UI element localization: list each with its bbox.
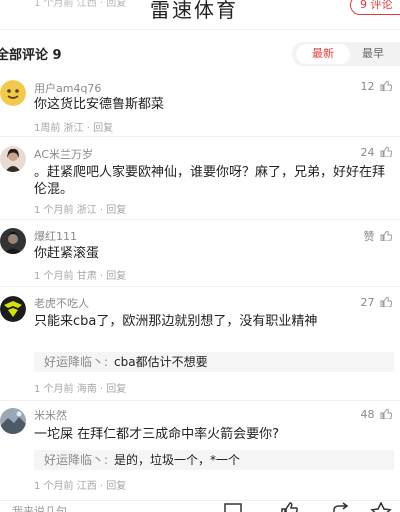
reply-preview[interactable]: 好运降临丶: 是的，垃圾一个，*一个 bbox=[34, 450, 394, 470]
bottom-input-bar: 我来说几句 bbox=[0, 500, 400, 512]
divider bbox=[0, 29, 400, 30]
app-title: 雷速体育 bbox=[150, 0, 238, 22]
sort-latest-button[interactable]: 最新 bbox=[296, 44, 350, 64]
thumbs-up-icon bbox=[380, 147, 392, 157]
comment-time-location: 1周前 浙江 · bbox=[34, 123, 94, 134]
previous-comment-meta: 1 个月前 江西 · 回复 bbox=[34, 0, 127, 9]
comment-item: 米米然 48 一坨屎 在拜仁都才三成命中率火箭会要你? 好运降临丶: 是的，垃圾一… bbox=[0, 406, 400, 500]
comment-time-location: 1 个月前 海南 · bbox=[34, 384, 107, 395]
user-photo-avatar-icon bbox=[0, 146, 26, 172]
avatar[interactable] bbox=[0, 296, 26, 322]
reply-username: 好运降临丶: bbox=[44, 355, 109, 369]
landscape-avatar-icon bbox=[0, 408, 26, 434]
reply-text: 是的，垃圾一个，*一个 bbox=[114, 453, 241, 467]
comment-username[interactable]: 米米然 bbox=[34, 407, 67, 423]
like-button[interactable]: 24 bbox=[360, 146, 392, 159]
comment-meta: 1 个月前 甘肃 · 回复 bbox=[34, 267, 126, 282]
comment-item: 爆红111 赞 你赶紧滚蛋 1 个月前 甘肃 · 回复 bbox=[0, 226, 400, 286]
reply-button[interactable]: 回复 bbox=[106, 271, 126, 282]
reply-button[interactable]: 回复 bbox=[93, 123, 113, 134]
share-icon[interactable] bbox=[330, 502, 352, 512]
comment-meta: 1 个月前 浙江 · 回复 bbox=[34, 201, 126, 216]
divider bbox=[0, 286, 400, 287]
comment-time-location: 1 个月前 浙江 · bbox=[34, 205, 107, 216]
like-count: 48 bbox=[360, 408, 375, 421]
comment-item: AC米兰万岁 24 。赶紧爬吧人家要欧神仙，谁要你呀？麻了，兄弟，好好在拜伦混。… bbox=[0, 144, 400, 224]
avatar[interactable] bbox=[0, 146, 26, 172]
divider bbox=[0, 136, 400, 137]
like-button[interactable]: 48 bbox=[360, 408, 392, 421]
sort-oldest-button[interactable]: 最早 bbox=[354, 44, 400, 64]
comment-text: 只能来cba了，欧洲那边就别想了，没有职业精神 bbox=[34, 314, 318, 329]
avatar[interactable] bbox=[0, 408, 26, 434]
comment-meta: 1 个月前 江西 · 回复 bbox=[34, 477, 126, 492]
comment-meta: 1周前 浙江 · 回复 bbox=[34, 119, 113, 134]
comment-username[interactable]: AC米兰万岁 bbox=[34, 146, 93, 162]
comment-text: 你赶紧滚蛋 bbox=[34, 246, 100, 261]
comment-icon[interactable] bbox=[222, 502, 244, 512]
comment-username[interactable]: 老虎不吃人 bbox=[34, 295, 89, 311]
comment-time-location: 1 个月前 甘肃 · bbox=[34, 271, 107, 282]
comment-time-location: 1 个月前 江西 · bbox=[34, 481, 107, 492]
reply-button[interactable]: 回复 bbox=[106, 481, 126, 492]
like-button[interactable]: 27 bbox=[360, 296, 392, 309]
avatar[interactable] bbox=[0, 228, 26, 254]
like-count: 赞 bbox=[363, 230, 375, 243]
comment-count-button[interactable]: 9 评论 bbox=[350, 0, 400, 15]
like-count: 12 bbox=[360, 80, 375, 93]
comment-username[interactable]: 用户am4q76 bbox=[34, 80, 101, 96]
comment-item: 老虎不吃人 27 只能来cba了，欧洲那边就别想了，没有职业精神 好运降临丶: c… bbox=[0, 294, 400, 398]
reply-text: cba都估计不想要 bbox=[114, 355, 208, 369]
like-button[interactable]: 12 bbox=[360, 80, 392, 93]
divider bbox=[0, 400, 400, 401]
star-icon[interactable] bbox=[370, 502, 392, 512]
like-count: 27 bbox=[360, 296, 375, 309]
comment-username[interactable]: 爆红111 bbox=[34, 228, 77, 244]
like-button[interactable]: 赞 bbox=[363, 228, 392, 244]
thumbs-up-icon bbox=[380, 81, 392, 91]
sort-toggle: 最新 最早 bbox=[292, 42, 400, 66]
thumbs-up-icon bbox=[380, 297, 392, 307]
comment-text: 。赶紧爬吧人家要欧神仙，谁要你呀？麻了，兄弟，好好在拜伦混。 bbox=[34, 165, 386, 197]
divider bbox=[0, 219, 400, 220]
comment-item: 用户am4q76 12 你这货比安德鲁斯都菜 1周前 浙江 · 回复 bbox=[0, 78, 400, 138]
comment-text: 你这货比安德鲁斯都菜 bbox=[34, 97, 165, 112]
reply-preview[interactable]: 好运降临丶: cba都估计不想要 bbox=[34, 352, 394, 372]
thumbs-up-icon bbox=[380, 231, 392, 241]
comment-text: 一坨屎 在拜仁都才三成命中率火箭会要你? bbox=[34, 427, 280, 442]
thumbs-up-icon bbox=[380, 409, 392, 419]
comments-header: 全部评论 9 最新 最早 bbox=[0, 42, 400, 66]
reply-username: 好运降临丶: bbox=[44, 453, 109, 467]
smiley-avatar-icon bbox=[0, 80, 26, 106]
top-bar: 1 个月前 江西 · 回复 雷速体育 9 评论 bbox=[0, 0, 400, 30]
avatar[interactable] bbox=[0, 80, 26, 106]
comments-title: 全部评论 9 bbox=[0, 48, 62, 63]
like-icon[interactable] bbox=[278, 502, 300, 512]
comment-input[interactable]: 我来说几句 bbox=[12, 503, 67, 512]
user-photo-avatar-icon bbox=[0, 228, 26, 254]
like-count: 24 bbox=[360, 146, 375, 159]
reply-button[interactable]: 回复 bbox=[106, 205, 126, 216]
team-logo-avatar-icon bbox=[0, 296, 26, 322]
comment-meta: 1 个月前 海南 · 回复 bbox=[34, 380, 126, 395]
reply-button[interactable]: 回复 bbox=[106, 384, 126, 395]
